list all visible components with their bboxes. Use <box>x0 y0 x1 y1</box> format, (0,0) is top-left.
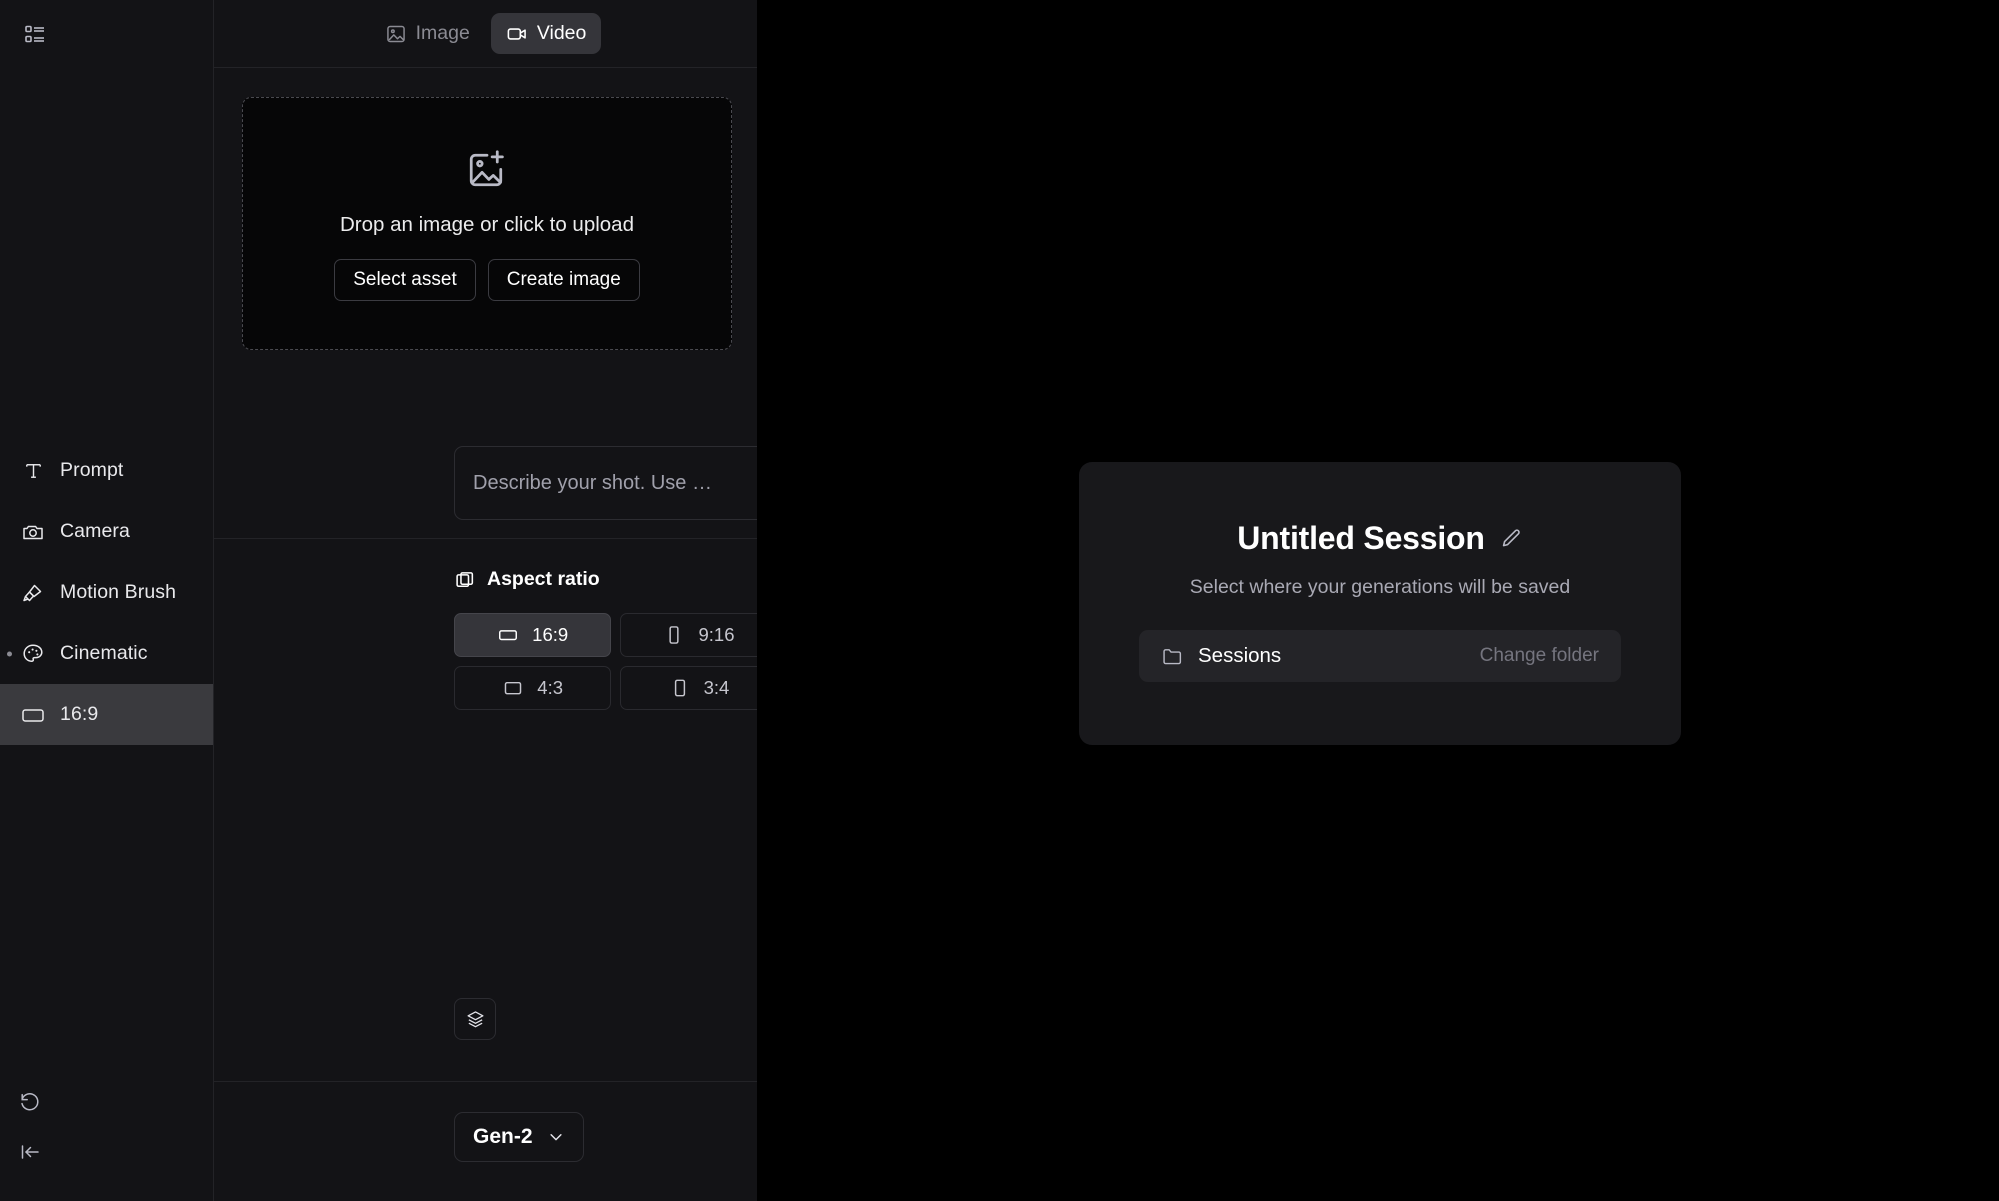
settings-panel: Image Video Drop an image or click to up… <box>213 0 946 1201</box>
tab-label: Video <box>536 22 587 44</box>
folder-icon <box>1161 645 1184 668</box>
aspect-ratio-16-9[interactable]: 16:9 <box>454 613 612 657</box>
dropzone-buttons: Select asset Create image <box>334 258 640 301</box>
sidebar-item-label: 16:9 <box>60 703 99 725</box>
tab-label: Image <box>415 22 470 44</box>
session-title: Untitled Session <box>1237 520 1485 556</box>
sidebar-item-label: Camera <box>60 520 130 542</box>
brush-icon <box>18 578 48 608</box>
select-asset-button[interactable]: Select asset <box>334 258 476 301</box>
active-indicator-dot <box>7 651 12 656</box>
camera-icon <box>18 517 48 547</box>
sidebar-item-list: Prompt Camera Motion Brush Cinematic 16:… <box>0 440 213 745</box>
session-folder-row[interactable]: Sessions Change folder <box>1139 630 1621 682</box>
panel-divider <box>214 538 757 539</box>
session-subtitle: Select where your generations will be sa… <box>1189 576 1571 598</box>
image-plus-icon <box>465 147 509 191</box>
panel-tools <box>214 961 946 1081</box>
list-icon[interactable] <box>18 17 52 51</box>
video-camera-icon <box>506 23 528 45</box>
aspect-ratio-label: 16:9 <box>532 624 569 645</box>
landscape-icon <box>502 677 524 699</box>
chevron-down-icon <box>547 1128 565 1146</box>
sidebar-footer <box>0 1077 213 1177</box>
tab-image[interactable]: Image <box>370 13 485 54</box>
aspect-ratio-4-3[interactable]: 4:3 <box>454 666 612 710</box>
sidebar-header <box>0 0 213 68</box>
sidebar-item-label: Prompt <box>60 459 124 481</box>
session-title-row: Untitled Session <box>1237 520 1523 557</box>
create-image-button[interactable]: Create image <box>487 258 640 301</box>
aspect-ratio-label: 4:3 <box>537 677 564 698</box>
sidebar-item-label: Cinematic <box>60 642 148 664</box>
sidebar-item-motion-brush[interactable]: Motion Brush <box>0 562 213 623</box>
portrait-icon <box>663 624 685 646</box>
tab-video[interactable]: Video <box>490 13 602 54</box>
pencil-icon[interactable] <box>1499 527 1523 551</box>
session-card: Untitled Session Select where your gener… <box>1079 462 1681 745</box>
collapse-panel-button[interactable] <box>0 1127 213 1177</box>
rectangle-icon <box>18 700 48 730</box>
canvas-area: Untitled Session Select where your gener… <box>757 0 1999 1201</box>
panel-footer: Gen-2 <box>214 1081 757 1201</box>
sidebar-item-prompt[interactable]: Prompt <box>0 440 213 501</box>
app-root: Prompt Camera Motion Brush Cinematic 16:… <box>0 0 1999 1201</box>
reset-button[interactable] <box>0 1077 213 1127</box>
sidebar-item-label: Motion Brush <box>60 581 177 603</box>
change-folder-button[interactable]: Change folder <box>1480 645 1599 667</box>
model-label: Gen-2 <box>473 1125 533 1148</box>
dropzone-text: Drop an image or click to upload <box>340 212 634 236</box>
folder-name: Sessions <box>1198 644 1282 667</box>
frames-icon <box>454 569 476 591</box>
palette-icon <box>18 639 48 669</box>
left-sidebar: Prompt Camera Motion Brush Cinematic 16:… <box>0 0 213 1201</box>
aspect-ratio-label: 3:4 <box>703 677 730 698</box>
sidebar-item-camera[interactable]: Camera <box>0 501 213 562</box>
sidebar-item-aspect-ratio[interactable]: 16:9 <box>0 684 213 745</box>
sidebar-item-cinematic[interactable]: Cinematic <box>0 623 213 684</box>
portrait-icon <box>669 677 691 699</box>
layers-button[interactable] <box>454 998 496 1040</box>
aspect-ratio-label: 9:16 <box>698 624 735 645</box>
landscape-wide-icon <box>497 624 519 646</box>
layers-icon <box>465 1009 486 1030</box>
aspect-ratio-title: Aspect ratio <box>487 568 600 590</box>
image-icon <box>385 23 407 45</box>
panel-body: Drop an image or click to upload Select … <box>214 68 946 1081</box>
model-selector[interactable]: Gen-2 <box>454 1112 584 1162</box>
text-t-icon <box>18 456 48 486</box>
mode-tabs: Image Video <box>214 0 757 68</box>
aspect-ratio-9-16[interactable]: 9:16 <box>620 613 778 657</box>
image-dropzone[interactable]: Drop an image or click to upload Select … <box>242 97 732 350</box>
aspect-ratio-3-4[interactable]: 3:4 <box>620 666 778 710</box>
